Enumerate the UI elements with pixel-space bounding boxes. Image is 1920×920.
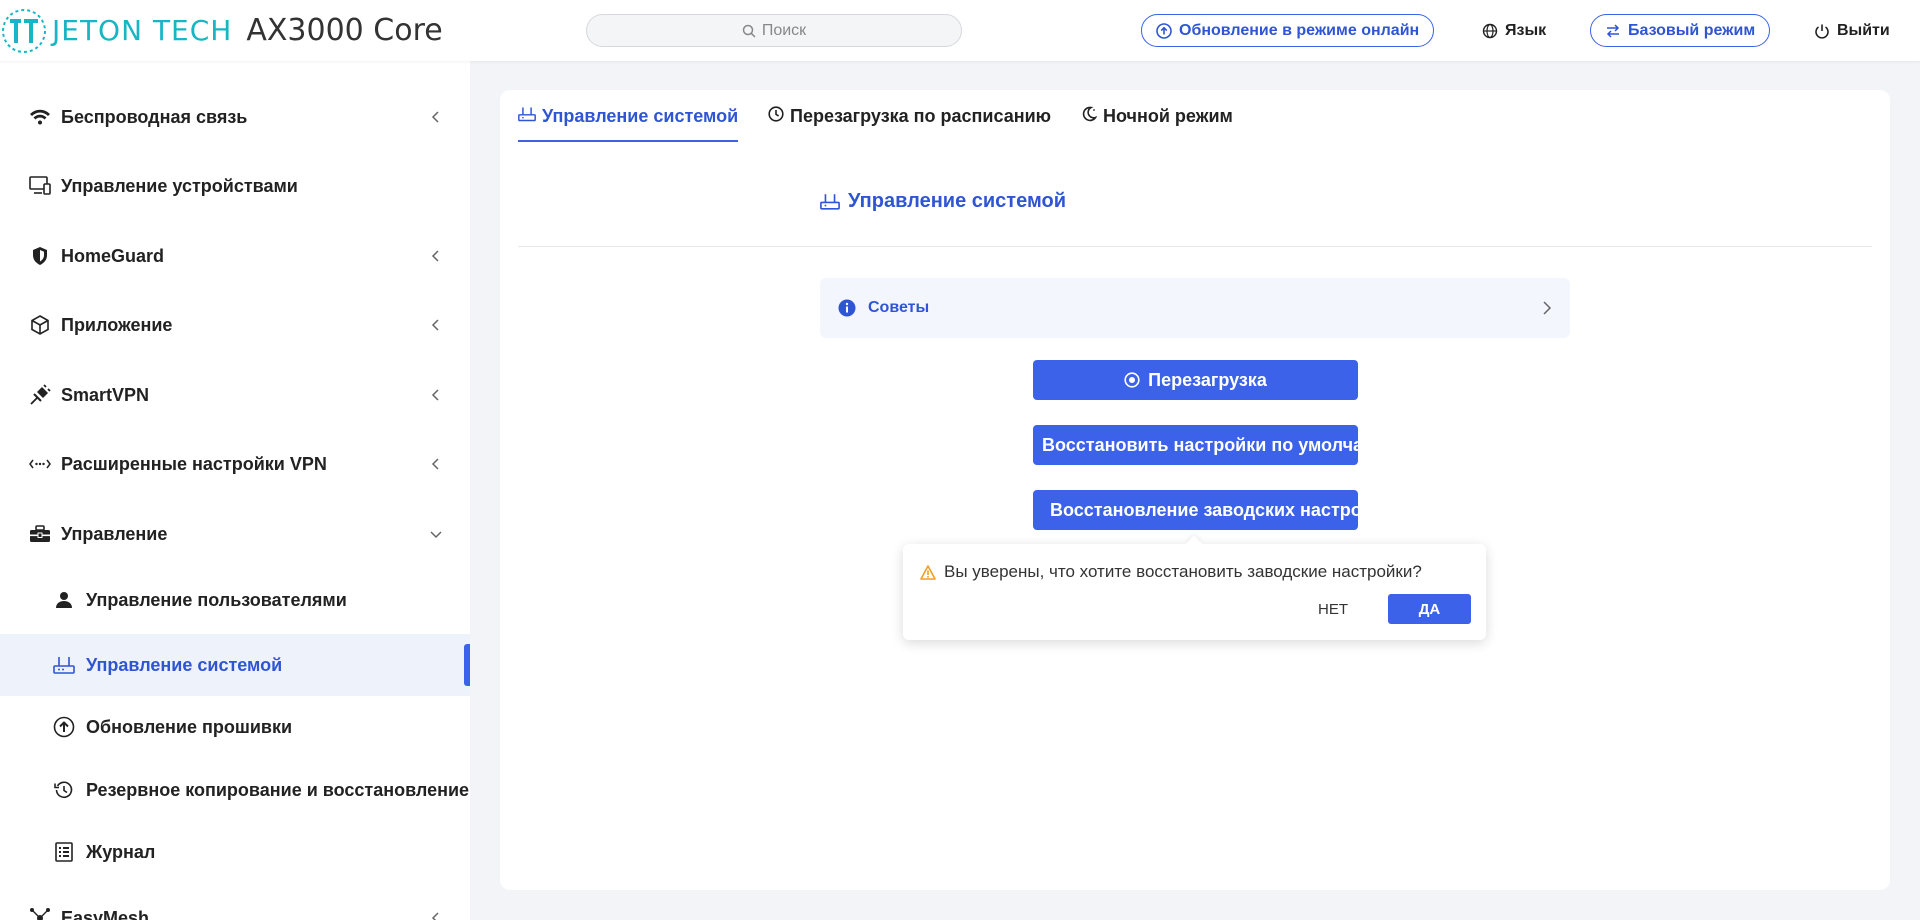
- tips-collapse[interactable]: Советы: [820, 278, 1570, 338]
- tab-scheduled-reboot[interactable]: Перезагрузка по расписанию: [768, 106, 1051, 142]
- search-icon: [742, 24, 756, 38]
- chevron-left-icon: [428, 387, 444, 403]
- chevron-down-icon: [428, 526, 444, 542]
- top-header: JETON TECH AX3000 Core Поиск Обновление …: [0, 0, 1920, 61]
- language-button[interactable]: Язык: [1482, 14, 1546, 47]
- factory-reset-button[interactable]: Восстановление заводских настроек: [1033, 490, 1358, 530]
- confirm-no-button[interactable]: НЕТ: [1301, 594, 1365, 624]
- dots-arrows-icon: [28, 452, 52, 476]
- sidebar-item-application[interactable]: Приложение: [0, 294, 470, 356]
- tab-system-management[interactable]: Управление системой: [518, 106, 739, 142]
- globe-icon: [1482, 23, 1498, 38]
- model-name: AX3000 Core: [246, 13, 443, 48]
- warning-icon: [920, 564, 936, 580]
- jeton-logo-icon: [2, 9, 46, 53]
- router-icon: [52, 653, 76, 677]
- brand-logo[interactable]: JETON TECH AX3000 Core: [0, 6, 443, 56]
- sidebar-item-devices[interactable]: Управление устройствами: [0, 155, 470, 217]
- chevron-left-icon: [428, 317, 444, 333]
- confirm-yes-button[interactable]: ДА: [1388, 594, 1471, 624]
- factory-reset-confirm-popover: Вы уверены, что хотите восстановить заво…: [903, 535, 1486, 640]
- wifi-icon: [28, 105, 52, 129]
- search-placeholder: Поиск: [761, 21, 807, 39]
- reboot-button[interactable]: Перезагрузка: [1033, 360, 1358, 400]
- mesh-icon: [28, 906, 52, 920]
- chevron-left-icon: [428, 456, 444, 472]
- section-title: Управление системой: [820, 190, 1066, 213]
- basic-mode-button[interactable]: Базовый режим: [1590, 14, 1771, 47]
- sidebar-subitem-firmware-update[interactable]: Обновление прошивки: [0, 696, 470, 758]
- sidebar-item-advanced-vpn[interactable]: Расширенные настройки VPN: [0, 433, 470, 495]
- sidebar-subitem-backup-restore[interactable]: Резервное копирование и восстановление: [0, 759, 470, 821]
- sidebar-subitem-log[interactable]: Журнал: [0, 821, 470, 883]
- router-icon: [518, 107, 536, 122]
- chevron-left-icon: [428, 910, 444, 920]
- clock-icon: [768, 106, 784, 122]
- chevron-right-icon: [1543, 301, 1552, 315]
- online-update-button[interactable]: Обновление в режиме онлайн: [1141, 14, 1435, 47]
- sidebar-item-management[interactable]: Управление: [0, 503, 470, 565]
- reboot-icon: [1124, 372, 1140, 388]
- moon-icon: [1082, 106, 1097, 122]
- upload-circle-icon: [1156, 22, 1172, 39]
- cube-icon: [28, 313, 52, 337]
- upload-circle-icon: [52, 715, 76, 739]
- chevron-left-icon: [428, 248, 444, 264]
- plug-icon: [28, 383, 52, 407]
- sidebar-subitem-user-management[interactable]: Управление пользователями: [0, 569, 470, 631]
- section-divider: [518, 246, 1872, 247]
- user-icon: [52, 588, 76, 612]
- search-input[interactable]: Поиск: [586, 14, 962, 47]
- sidebar-item-smartvpn[interactable]: SmartVPN: [0, 364, 470, 426]
- swap-arrows-icon: [1606, 23, 1620, 38]
- sidebar-subitem-system-management[interactable]: Управление системой: [0, 634, 470, 696]
- sidebar-item-wireless[interactable]: Беспроводная связь: [0, 86, 470, 148]
- sidebar-item-easymesh[interactable]: EasyMesh: [0, 887, 470, 920]
- sidebar-item-homeguard[interactable]: HomeGuard: [0, 225, 470, 287]
- chevron-left-icon: [428, 109, 444, 125]
- power-icon: [1815, 24, 1829, 39]
- toolbox-icon: [28, 522, 52, 546]
- history-icon: [52, 778, 76, 802]
- confirm-message: Вы уверены, что хотите восстановить заво…: [920, 562, 1422, 582]
- sidebar: Беспроводная связь Управление устройства…: [0, 61, 470, 920]
- brand-name: JETON TECH: [52, 14, 233, 47]
- main-panel: Управление системой Перезагрузка по расп…: [500, 90, 1890, 890]
- monitor-icon: [28, 174, 52, 198]
- logout-button[interactable]: Выйти: [1814, 14, 1890, 47]
- router-icon: [820, 194, 840, 210]
- tab-night-mode[interactable]: Ночной режим: [1081, 106, 1233, 142]
- info-icon: [838, 299, 856, 317]
- list-icon: [52, 840, 76, 864]
- restore-default-button[interactable]: Восстановить настройки по умолчанию: [1033, 425, 1358, 465]
- shield-icon: [28, 244, 52, 268]
